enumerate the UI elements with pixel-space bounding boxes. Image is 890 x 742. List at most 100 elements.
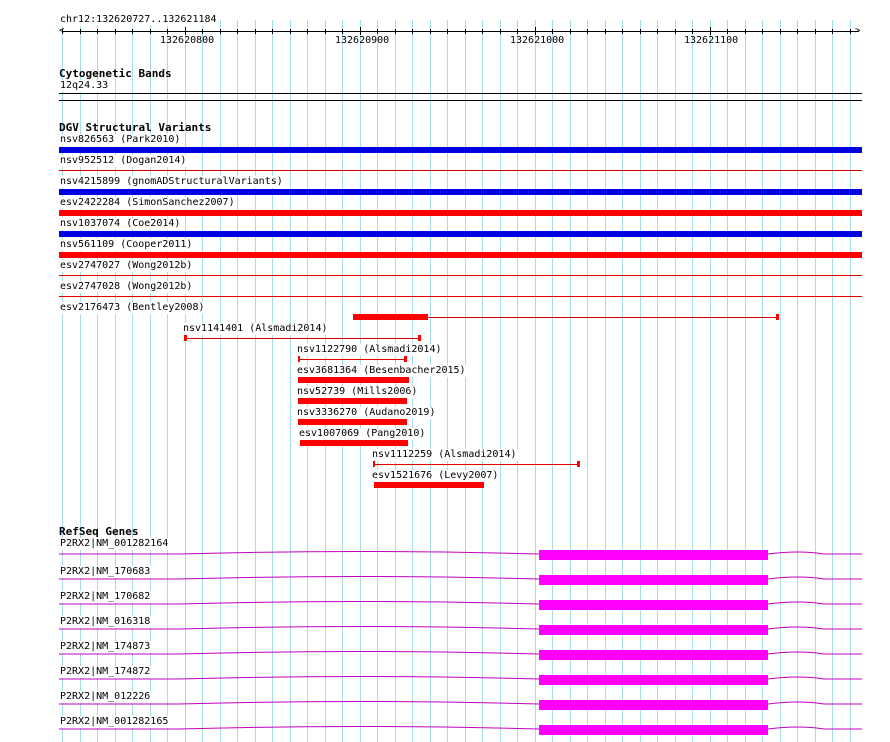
variant-end-cap <box>776 314 779 320</box>
tick-label: 132621000 <box>510 35 565 46</box>
variant-bar-thick[interactable] <box>298 377 409 383</box>
ruler-tick <box>80 29 81 34</box>
variant-bar[interactable] <box>59 147 862 153</box>
ruler-tick <box>640 29 641 34</box>
transcript-exon[interactable] <box>539 600 768 610</box>
variant-label[interactable]: nsv1112259 (Alsmadi2014) <box>371 449 518 461</box>
transcript-exon[interactable] <box>539 575 768 585</box>
ruler-tick <box>447 29 448 34</box>
variant-label[interactable]: esv2747028 (Wong2012b) <box>59 281 194 293</box>
ruler-tick <box>710 27 711 35</box>
variant-label[interactable]: nsv826563 (Park2010) <box>59 134 182 146</box>
cytoband-label: 12q24.33 <box>59 80 110 92</box>
ruler-tick <box>167 29 168 34</box>
variant-label[interactable]: nsv1122790 (Alsmadi2014) <box>296 344 443 356</box>
variant-bar[interactable] <box>59 252 862 258</box>
ruler-tick <box>570 29 571 34</box>
variant-bar-thick[interactable] <box>298 419 407 425</box>
variant-label[interactable]: esv1007069 (Pang2010) <box>298 428 427 440</box>
variant-bar-thick[interactable] <box>298 398 407 404</box>
ruler-tick <box>325 29 326 34</box>
ruler-right-arrow-icon[interactable]: > <box>855 27 860 36</box>
variant-label[interactable]: nsv952512 (Dogan2014) <box>59 155 188 167</box>
variant-bar[interactable] <box>59 210 862 216</box>
variant-label[interactable]: nsv4215899 (gnomADStructuralVariants) <box>59 176 284 188</box>
transcript-exon[interactable] <box>539 725 768 735</box>
variant-label[interactable]: nsv1037074 (Coe2014) <box>59 218 182 230</box>
ruler-tick <box>675 29 676 34</box>
ruler-tick <box>342 29 343 34</box>
ruler-tick <box>535 27 536 35</box>
transcript-exon[interactable] <box>539 700 768 710</box>
ruler-tick <box>780 29 781 34</box>
variant-label[interactable]: nsv3336270 (Audano2019) <box>296 407 437 419</box>
ruler-tick <box>220 29 221 34</box>
ruler-tick <box>850 29 851 34</box>
track-title[interactable]: RefSeq Genes <box>59 526 138 538</box>
tick-label: 132621100 <box>684 35 739 46</box>
variant-end-cap <box>298 356 300 362</box>
ruler-tick <box>727 29 728 34</box>
transcript-exon[interactable] <box>539 625 768 635</box>
ruler-tick <box>360 27 361 35</box>
ruler-tick <box>132 29 133 34</box>
ruler-tick <box>255 29 256 34</box>
cytoband-bar[interactable] <box>59 93 862 94</box>
location-label: chr12:132620727..132621184 <box>59 14 218 26</box>
variant-label[interactable]: esv2176473 (Bentley2008) <box>59 302 206 314</box>
ruler-tick <box>377 29 378 34</box>
ruler-tick <box>517 29 518 34</box>
variant-bar-thick[interactable] <box>374 482 484 488</box>
variant-bar-thick[interactable] <box>353 314 428 320</box>
variant-bar-thick[interactable] <box>300 440 408 446</box>
ruler-tick <box>97 29 98 34</box>
variant-bar[interactable] <box>59 231 862 237</box>
ruler-tick <box>762 29 763 34</box>
variant-end-cap <box>418 335 421 341</box>
ruler-tick <box>412 29 413 34</box>
variant-end-cap <box>577 461 580 467</box>
variant-label[interactable]: esv2422284 (SimonSanchez2007) <box>59 197 236 209</box>
track-title[interactable]: Cytogenetic Bands <box>59 68 172 80</box>
ruler-tick <box>237 29 238 34</box>
ruler-tick <box>185 27 186 35</box>
ruler-tick <box>815 29 816 34</box>
variant-bar[interactable] <box>374 464 580 465</box>
ruler-axis <box>62 31 859 32</box>
ruler-tick <box>115 29 116 34</box>
ruler-tick <box>430 29 431 34</box>
ruler-tick <box>622 29 623 34</box>
variant-bar[interactable] <box>185 338 420 339</box>
ruler-tick <box>395 29 396 34</box>
ruler-tick <box>202 29 203 34</box>
ruler-tick <box>465 29 466 34</box>
variant-bar[interactable] <box>298 359 406 360</box>
transcript-exon[interactable] <box>539 550 768 560</box>
variant-label[interactable]: nsv561109 (Cooper2011) <box>59 239 194 251</box>
ruler-tick <box>657 29 658 34</box>
variant-end-cap <box>373 461 375 467</box>
transcript-exon[interactable] <box>539 675 768 685</box>
ruler-tick <box>272 29 273 34</box>
ruler-tick <box>307 29 308 34</box>
variant-label[interactable]: nsv52739 (Mills2006) <box>296 386 419 398</box>
variant-label[interactable]: esv3681364 (Besenbacher2015) <box>296 365 467 377</box>
variant-end-cap <box>404 356 407 362</box>
ruler-tick <box>62 29 63 34</box>
tick-label: 132620800 <box>160 35 215 46</box>
variant-label[interactable]: esv1521676 (Levy2007) <box>371 470 500 482</box>
ruler-tick <box>552 29 553 34</box>
tick-label: 132620900 <box>335 35 390 46</box>
ruler-tick <box>745 29 746 34</box>
ruler-tick <box>150 29 151 34</box>
track-title[interactable]: DGV Structural Variants <box>59 122 211 134</box>
variant-label[interactable]: nsv1141401 (Alsmadi2014) <box>182 323 329 335</box>
variant-bar[interactable] <box>59 189 862 195</box>
variant-bar[interactable] <box>59 296 862 297</box>
transcript-exon[interactable] <box>539 650 768 660</box>
ruler-tick <box>500 29 501 34</box>
variant-bar[interactable] <box>59 275 862 276</box>
variant-label[interactable]: esv2747027 (Wong2012b) <box>59 260 194 272</box>
cytoband-bar[interactable] <box>59 100 862 101</box>
variant-bar[interactable] <box>59 170 862 171</box>
